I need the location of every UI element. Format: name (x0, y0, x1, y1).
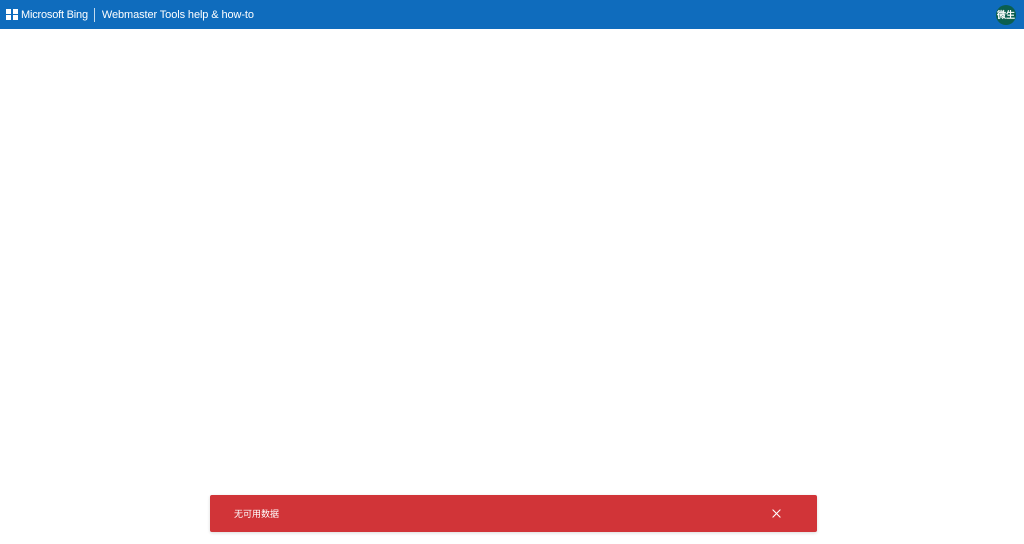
windows-logo-icon (6, 8, 18, 21)
close-icon[interactable] (769, 507, 783, 521)
user-avatar[interactable]: 微生 (996, 4, 1016, 25)
top-header-bar: Microsoft Bing Webmaster Tools help & ho… (0, 0, 1024, 29)
main-content-area (0, 29, 1024, 544)
brand-name: Microsoft Bing (21, 8, 88, 21)
error-toast: 无可用数据 (210, 495, 817, 532)
product-title-link[interactable]: Webmaster Tools help & how-to (102, 9, 254, 21)
toast-message: 无可用数据 (234, 510, 280, 520)
microsoft-bing-logo-link[interactable]: Microsoft Bing (6, 0, 88, 29)
header-divider (93, 7, 95, 22)
